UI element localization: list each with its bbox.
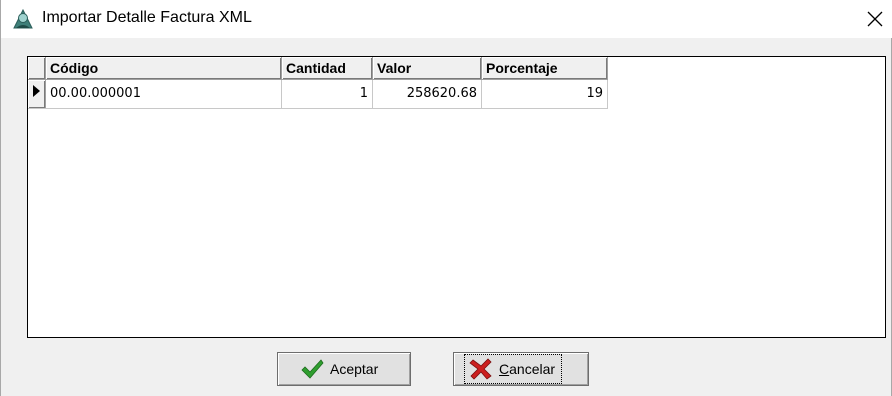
column-header-codigo[interactable]: Código	[45, 57, 282, 80]
current-row-arrow-icon	[33, 85, 40, 97]
grid-header-row: Código Cantidad Valor Porcentaje	[28, 57, 608, 80]
row-indicator	[28, 79, 46, 109]
close-icon	[867, 11, 883, 27]
title-bar[interactable]: Importar Detalle Factura XML	[1, 0, 892, 38]
table-row[interactable]: 00.00.000001 1 258620.68 19	[28, 79, 608, 109]
accept-button[interactable]: Aceptar	[277, 352, 411, 386]
cancel-button[interactable]: Cancelar	[453, 352, 589, 386]
detail-grid[interactable]: Código Cantidad Valor Porcentaje 00.00.0…	[27, 56, 886, 338]
column-header-valor[interactable]: Valor	[372, 57, 482, 80]
red-x-icon	[469, 358, 492, 380]
cancel-label-rest: ancelar	[509, 361, 556, 377]
checkmark-icon	[301, 359, 324, 379]
cell-codigo[interactable]: 00.00.000001	[45, 79, 282, 109]
app-icon	[11, 7, 35, 31]
cell-valor[interactable]: 258620.68	[372, 79, 482, 109]
focus-ring: Cancelar	[464, 354, 563, 384]
cancel-button-label: Cancelar	[499, 361, 555, 377]
cancel-label-mnemonic: C	[499, 361, 510, 377]
column-header-cantidad[interactable]: Cantidad	[281, 57, 373, 80]
window-title: Importar Detalle Factura XML	[42, 9, 252, 26]
close-button[interactable]	[853, 0, 892, 38]
column-header-porcentaje[interactable]: Porcentaje	[481, 57, 608, 80]
dialog-window: Importar Detalle Factura XML Código Cant…	[0, 0, 892, 396]
cell-porcentaje[interactable]: 19	[481, 79, 608, 109]
row-indicator-header	[28, 57, 46, 80]
accept-button-label: Aceptar	[330, 361, 379, 377]
cell-cantidad[interactable]: 1	[281, 79, 373, 109]
